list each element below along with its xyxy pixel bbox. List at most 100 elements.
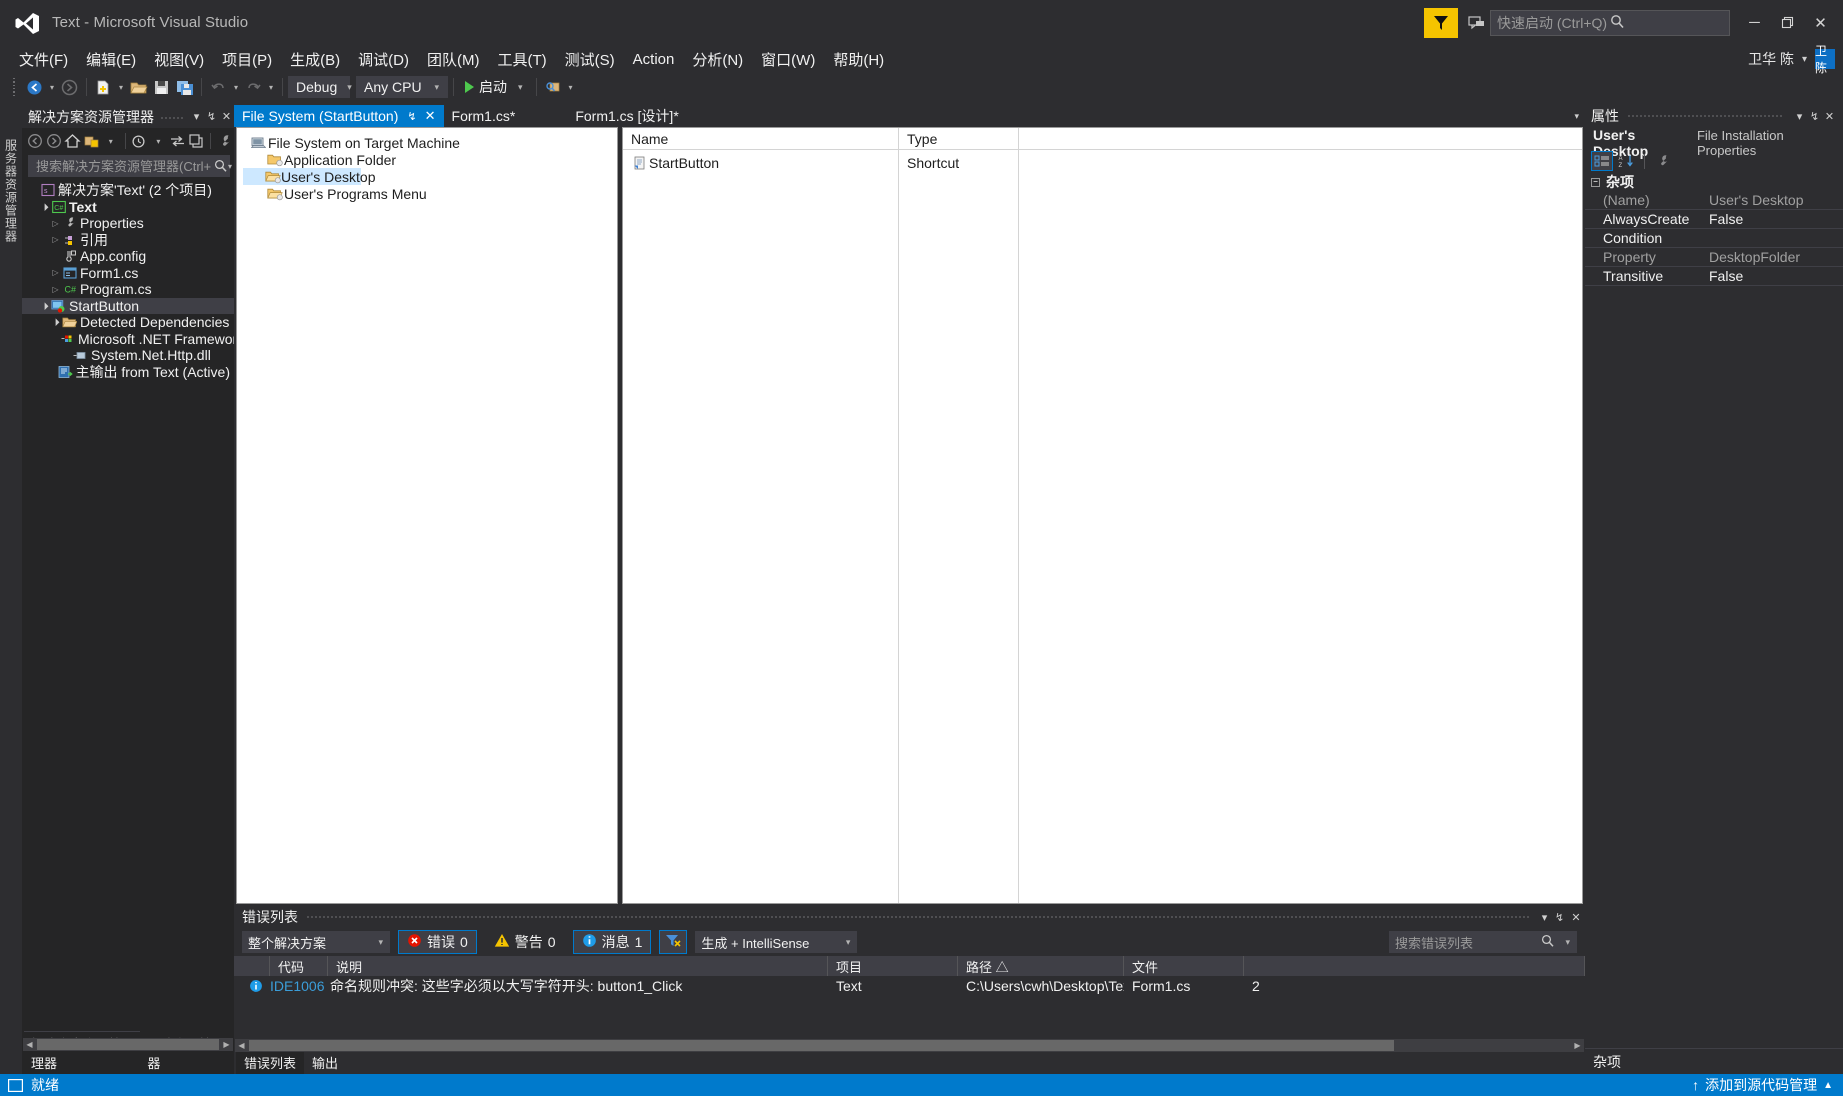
chevron-down-icon[interactable]: ▾: [149, 130, 167, 152]
menu-item-help[interactable]: 帮助(H): [824, 46, 893, 73]
file-system-node[interactable]: Application Folder: [243, 151, 617, 168]
hscroll-track[interactable]: ◀ ▶: [235, 1038, 1584, 1052]
scroll-right-icon[interactable]: ▶: [220, 1040, 233, 1049]
scroll-left-icon[interactable]: ◀: [23, 1040, 36, 1049]
collapse-toggle-icon[interactable]: −: [1591, 177, 1600, 187]
error-code[interactable]: IDE1006: [270, 978, 328, 994]
properties-wrench-icon[interactable]: [216, 130, 234, 152]
close-icon[interactable]: ✕: [1567, 911, 1585, 924]
hscroll-thumb[interactable]: [249, 1039, 1394, 1051]
back-dropdown-icon[interactable]: ▾: [46, 76, 58, 98]
tree-item[interactable]: s 解决方案'Text' (2 个项目): [22, 182, 234, 199]
property-pages-icon[interactable]: [1652, 151, 1674, 171]
save-all-icon[interactable]: [173, 76, 196, 98]
tree-item[interactable]: ◢ C# Text: [22, 199, 234, 216]
column-header-extra[interactable]: [1019, 128, 1582, 149]
close-icon[interactable]: ✕: [1822, 110, 1837, 123]
start-debug-button[interactable]: 启动 ▾: [459, 76, 531, 98]
undo-dropdown-icon[interactable]: ▾: [230, 76, 242, 98]
sync-views-icon[interactable]: [83, 130, 101, 152]
property-value[interactable]: False: [1703, 211, 1843, 227]
close-button[interactable]: ✕: [1804, 8, 1837, 38]
column-header-type[interactable]: Type: [899, 128, 1019, 149]
column-header-line[interactable]: [1244, 956, 1585, 976]
properties-category[interactable]: − 杂项: [1585, 173, 1843, 191]
tabstrip-overflow-icon[interactable]: ▾: [1574, 105, 1579, 127]
menu-item-test[interactable]: 测试(S): [556, 46, 624, 73]
tab-file-system-startbutton[interactable]: File System (StartButton) ↯ ✕: [234, 105, 444, 127]
scroll-right-icon[interactable]: ▶: [1571, 1041, 1584, 1050]
menu-item-edit[interactable]: 编辑(E): [77, 46, 145, 73]
file-system-node[interactable]: User's Programs Menu: [243, 185, 617, 202]
menu-item-tools[interactable]: 工具(T): [488, 46, 555, 73]
menu-item-team[interactable]: 团队(M): [418, 46, 489, 73]
pin-icon[interactable]: ↯: [1552, 911, 1567, 924]
menu-item-file[interactable]: 文件(F): [10, 46, 77, 73]
pending-changes-icon[interactable]: [131, 130, 149, 152]
tab-form1-cs-designer[interactable]: Form1.cs [设计]*: [567, 105, 686, 127]
menu-item-action[interactable]: Action: [624, 48, 684, 71]
tab-output[interactable]: 输出: [304, 1051, 346, 1074]
property-value[interactable]: False: [1703, 268, 1843, 284]
tab-form1-cs[interactable]: Form1.cs*: [444, 105, 524, 127]
column-header-icon[interactable]: [234, 956, 270, 976]
column-header-description[interactable]: 说明: [328, 956, 828, 976]
search-input[interactable]: [34, 157, 214, 175]
property-value[interactable]: User's Desktop: [1703, 192, 1843, 208]
categorized-view-icon[interactable]: [1591, 151, 1613, 171]
alphabetical-sort-icon[interactable]: AZ: [1615, 151, 1637, 171]
redo-icon[interactable]: [242, 76, 265, 98]
tree-item[interactable]: ◢ Detected Dependencies: [22, 314, 234, 331]
tree-item[interactable]: 主输出 from Text (Active): [22, 364, 234, 381]
tab-error-list[interactable]: 错误列表: [236, 1050, 305, 1074]
new-item-dropdown-icon[interactable]: ▾: [115, 76, 127, 98]
property-row[interactable]: Condition: [1585, 229, 1843, 248]
chevron-up-icon[interactable]: ▲: [1823, 1080, 1833, 1091]
scroll-left-icon[interactable]: ◀: [235, 1041, 248, 1050]
tree-item[interactable]: ▷ 引用: [22, 232, 234, 249]
property-row[interactable]: Property DesktopFolder: [1585, 248, 1843, 267]
search-icon[interactable]: [214, 159, 228, 173]
tree-item[interactable]: ◢ StartButton: [22, 297, 234, 314]
pin-icon[interactable]: ↯: [398, 110, 416, 123]
collapse-all-icon[interactable]: [187, 130, 205, 152]
tree-item[interactable]: Microsoft .NET Framework: [22, 331, 234, 348]
scope-select[interactable]: 整个解决方案 ▾: [242, 931, 390, 953]
clear-filter-button[interactable]: [659, 930, 688, 954]
tree-item[interactable]: ▷ C# Program.cs: [22, 281, 234, 298]
column-header-file[interactable]: 文件: [1124, 956, 1244, 976]
chevron-down-icon[interactable]: ▾: [1537, 911, 1552, 924]
pin-icon[interactable]: ↯: [1807, 110, 1822, 123]
chevron-right-icon[interactable]: ▷: [50, 235, 61, 244]
column-header-project[interactable]: 项目: [828, 956, 958, 976]
forward-icon[interactable]: [45, 130, 63, 152]
hscroll-track[interactable]: ◀ ▶: [23, 1037, 233, 1051]
menu-item-view[interactable]: 视图(V): [145, 46, 213, 73]
speech-bubble-icon[interactable]: [1464, 9, 1490, 37]
list-item[interactable]: StartButton: [623, 154, 898, 172]
hscroll-thumb[interactable]: [37, 1038, 219, 1050]
menu-item-build[interactable]: 生成(B): [281, 46, 349, 73]
chevron-right-icon[interactable]: ▷: [50, 219, 61, 228]
toolbar-options-icon[interactable]: ▾: [565, 76, 577, 98]
sidebar-item-server-explorer[interactable]: 服务器资源管理器: [1, 131, 22, 251]
chevron-down-icon[interactable]: ▾: [189, 110, 204, 123]
add-to-source-control-button[interactable]: 添加到源代码管理: [1705, 1075, 1817, 1095]
pin-icon[interactable]: ↯: [204, 110, 219, 123]
file-system-node[interactable]: File System on Target Machine: [243, 134, 617, 151]
search-icon[interactable]: [1541, 934, 1555, 951]
account-name[interactable]: 卫华 陈: [1748, 49, 1794, 69]
chevron-right-icon[interactable]: ▷: [50, 268, 61, 277]
minimize-button[interactable]: ─: [1738, 8, 1771, 38]
tree-item[interactable]: App.config: [22, 248, 234, 265]
messages-filter-button[interactable]: 消息 1: [572, 930, 652, 954]
chevron-down-icon[interactable]: ▾: [102, 130, 120, 152]
back-icon[interactable]: [26, 130, 44, 152]
save-icon[interactable]: [150, 76, 173, 98]
menu-item-analyze[interactable]: 分析(N): [683, 46, 752, 73]
column-header-path[interactable]: 路径 △: [958, 956, 1124, 976]
open-file-icon[interactable]: [127, 76, 150, 98]
new-item-icon[interactable]: [92, 76, 115, 98]
solution-explorer-search[interactable]: ▾: [28, 155, 232, 177]
menu-item-project[interactable]: 项目(P): [213, 46, 281, 73]
